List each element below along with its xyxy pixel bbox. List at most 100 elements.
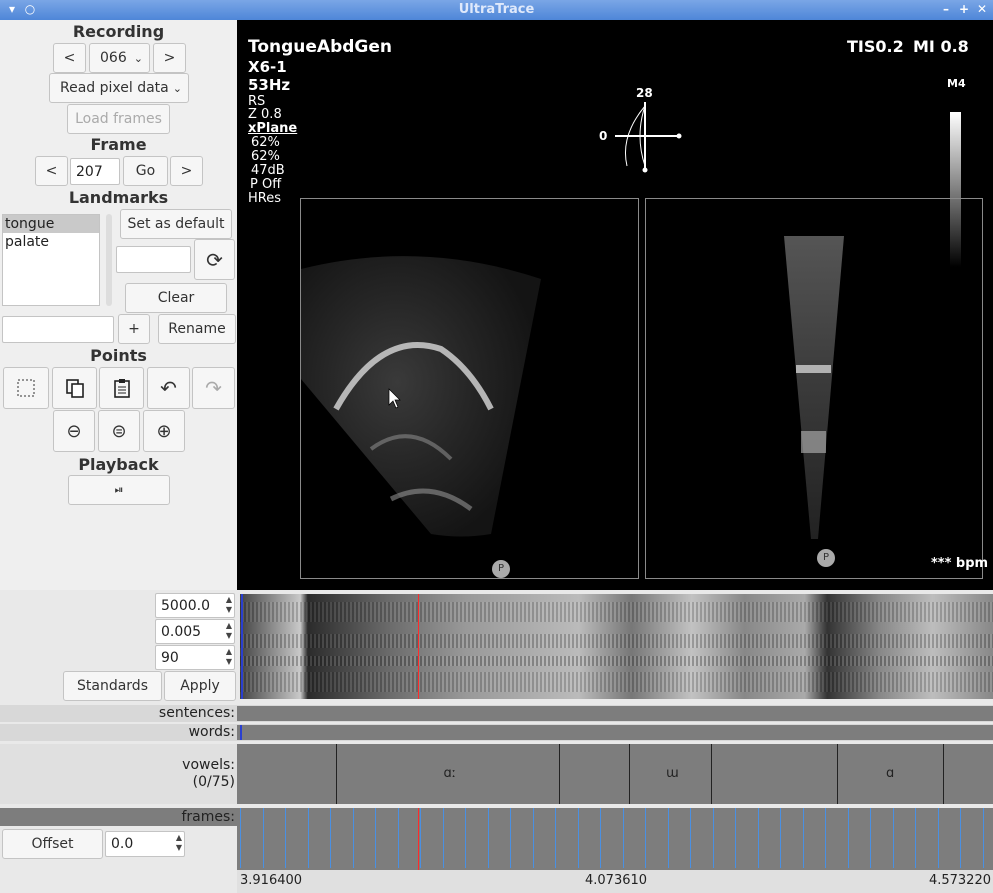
- zoom-reset-icon[interactable]: ⊜: [98, 410, 140, 452]
- frame-ticks: [240, 808, 993, 868]
- frame-tick: [712, 808, 714, 868]
- vowel-segment[interactable]: [559, 744, 629, 804]
- left-plane-panel: P: [300, 198, 639, 579]
- ultrasound-view[interactable]: TongueAbdGen X6-1 53Hz RS Z 0.8 xPlane 6…: [237, 20, 993, 590]
- spinner-icon[interactable]: ▲ ▼: [226, 647, 232, 667]
- landmark-color-field[interactable]: [116, 246, 191, 273]
- spectrogram[interactable]: [240, 594, 993, 699]
- frame-tick: [690, 808, 691, 868]
- clear-button[interactable]: Clear: [125, 283, 227, 313]
- right-plane-image: [784, 236, 844, 539]
- window-length-input[interactable]: 0.005 ▲ ▼: [155, 619, 235, 644]
- frame-tick: [307, 808, 309, 868]
- frame-tick: [825, 808, 826, 868]
- window-title: UltraTrace: [458, 2, 535, 17]
- vowel-segment[interactable]: ɑ: [837, 744, 943, 804]
- frame-number-input[interactable]: 207: [70, 158, 120, 185]
- spinner-icon[interactable]: ▲ ▼: [226, 621, 232, 641]
- words-track[interactable]: [237, 725, 993, 740]
- frame-tick: [937, 808, 939, 868]
- landmarks-scrollbar[interactable]: [106, 214, 112, 306]
- mode-label: xPlane: [248, 121, 298, 136]
- dynamic-range-input[interactable]: 90 ▲ ▼: [155, 645, 235, 670]
- vowel-segment[interactable]: [237, 744, 336, 804]
- tis-label: TIS0.2: [847, 37, 904, 56]
- landmarks-list[interactable]: tongue palate: [2, 214, 100, 306]
- p-marker: P: [492, 560, 510, 578]
- add-landmark-button[interactable]: +: [118, 314, 150, 344]
- angle-top-label: 28: [636, 86, 653, 100]
- list-item[interactable]: palate: [3, 233, 99, 251]
- rate-label: 53Hz: [248, 76, 291, 94]
- maximize-icon[interactable]: +: [956, 1, 972, 17]
- angle-left-label: 0: [599, 129, 608, 143]
- frame-tick: [240, 808, 241, 868]
- frame-heading: Frame: [90, 135, 147, 154]
- frame-tick: [780, 808, 781, 868]
- frame-next-button[interactable]: >: [170, 156, 203, 186]
- load-frames-button[interactable]: Load frames: [67, 104, 170, 134]
- vowel-segment[interactable]: ɑː: [336, 744, 559, 804]
- vowels-track[interactable]: ɑː ɯ ɑ: [237, 744, 993, 804]
- max-frequency-value: 5000.0: [161, 597, 210, 614]
- playback-heading: Playback: [78, 455, 159, 474]
- spinner-icon[interactable]: ▲ ▼: [176, 833, 182, 853]
- db-label: 47dB: [251, 163, 285, 178]
- select-area-button[interactable]: [3, 367, 49, 409]
- frames-tier: frames: Offset 0.0 ▲ ▼: [0, 808, 993, 870]
- new-landmark-input[interactable]: [2, 316, 114, 343]
- vowel-segment[interactable]: [943, 744, 993, 804]
- right-plane-panel: P: [645, 198, 983, 579]
- zoom-out-icon[interactable]: ⊖: [53, 410, 95, 452]
- set-default-button[interactable]: Set as default: [120, 209, 232, 239]
- time-cursor-label: 4.073610: [585, 873, 648, 888]
- frame-tick: [397, 808, 399, 868]
- vowel-segment[interactable]: [711, 744, 837, 804]
- zoom-in-icon[interactable]: ⊕: [143, 410, 185, 452]
- frame-tick: [960, 808, 961, 868]
- offset-button[interactable]: Offset: [2, 829, 103, 859]
- apply-button[interactable]: Apply: [164, 671, 236, 701]
- refresh-icon[interactable]: ⟳: [194, 239, 235, 280]
- playhead-cursor: [418, 808, 419, 870]
- list-item[interactable]: tongue: [3, 215, 99, 233]
- close-icon[interactable]: ✕: [974, 1, 990, 17]
- max-frequency-input[interactable]: 5000.0 ▲ ▼: [155, 593, 235, 618]
- chevron-down-icon: ⌄: [133, 51, 143, 65]
- frame-tick: [892, 808, 894, 868]
- gain2-label: 62%: [251, 149, 280, 164]
- bpm-label: *** bpm: [931, 556, 989, 571]
- frame-go-button[interactable]: Go: [123, 156, 168, 186]
- frame-tick: [330, 808, 331, 868]
- preset-label: TongueAbdGen: [248, 37, 393, 57]
- redo-icon[interactable]: ↷: [192, 367, 235, 409]
- standards-button[interactable]: Standards: [63, 671, 162, 701]
- words-tier: words:: [0, 724, 993, 741]
- vowel-segment[interactable]: ɯ: [629, 744, 711, 804]
- play-pause-button[interactable]: ⏯: [68, 475, 170, 505]
- paste-icon: [113, 379, 130, 398]
- recording-prev-button[interactable]: <: [53, 43, 86, 73]
- spinner-icon[interactable]: ▲ ▼: [226, 595, 232, 615]
- frame-tick: [600, 808, 601, 868]
- frame-tick: [645, 808, 646, 868]
- sentences-track[interactable]: [237, 706, 993, 721]
- recording-next-button[interactable]: >: [153, 43, 186, 73]
- frame-tick: [735, 808, 736, 868]
- rename-button[interactable]: Rename: [158, 314, 236, 344]
- frames-track[interactable]: [237, 808, 993, 870]
- res-label: HRes: [248, 191, 281, 206]
- time-end-label: 4.573220: [928, 873, 991, 888]
- title-bar: ▾ ○ UltraTrace – + ✕: [0, 0, 993, 20]
- copy-button[interactable]: [52, 367, 97, 409]
- undo-icon[interactable]: ↶: [147, 367, 190, 409]
- offset-input[interactable]: 0.0 ▲ ▼: [105, 831, 185, 857]
- frames-label: frames:: [181, 809, 235, 825]
- map-label: M4: [947, 77, 966, 90]
- paste-button[interactable]: [99, 367, 144, 409]
- recording-select[interactable]: 066 ⌄: [89, 43, 150, 73]
- frame-prev-button[interactable]: <: [35, 156, 68, 186]
- minimize-icon[interactable]: –: [938, 1, 954, 17]
- source-select[interactable]: Read pixel data ⌄: [49, 73, 189, 103]
- window-length-value: 0.005: [161, 623, 202, 640]
